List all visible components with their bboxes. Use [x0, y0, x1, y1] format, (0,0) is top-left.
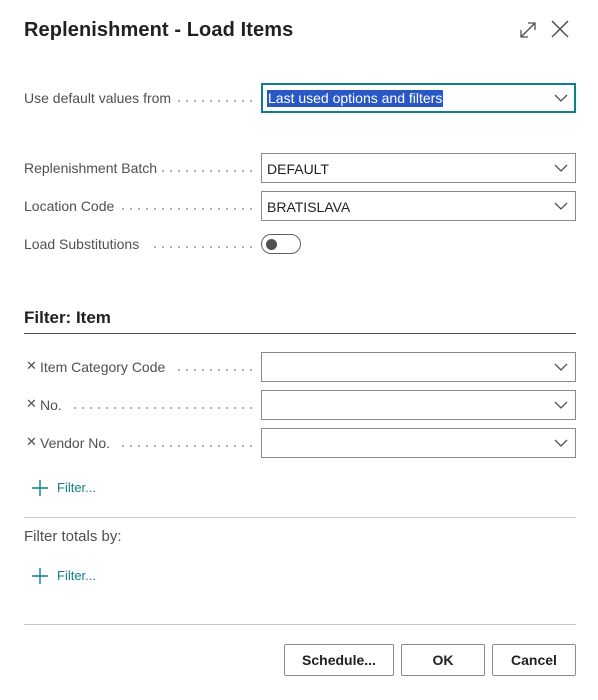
chevron-down-icon — [554, 401, 568, 409]
remove-filter-icon[interactable]: ✕ — [26, 358, 37, 374]
leader-dots — [119, 445, 255, 447]
plus-icon — [32, 568, 48, 584]
remove-filter-icon[interactable]: ✕ — [26, 396, 37, 412]
toggle-knob — [266, 238, 277, 250]
batch-row: Replenishment Batch DEFAULT — [24, 153, 576, 183]
ok-button[interactable]: OK — [401, 644, 485, 676]
leader-dots — [175, 369, 255, 371]
filter-label: Vendor No. — [40, 435, 111, 451]
cancel-button[interactable]: Cancel — [492, 644, 576, 676]
location-select[interactable]: BRATISLAVA — [261, 191, 576, 221]
batch-select[interactable]: DEFAULT — [261, 153, 576, 183]
location-value: BRATISLAVA — [267, 199, 351, 215]
leader-dots — [71, 407, 255, 409]
item-filter-title: Filter: Item — [24, 308, 111, 327]
default-values-value: Last used options and filters — [267, 90, 444, 107]
filter-row-vendor-no: ✕ Vendor No. — [24, 428, 576, 458]
expand-icon[interactable] — [516, 18, 540, 42]
substitutions-label: Load Substitutions — [24, 236, 140, 252]
leader-dots — [119, 208, 255, 210]
filter-row-no: ✕ No. — [24, 390, 576, 420]
substitutions-toggle[interactable] — [261, 234, 301, 254]
close-icon[interactable] — [548, 17, 572, 41]
filter-label: Item Category Code — [40, 359, 166, 375]
section-divider — [24, 517, 576, 518]
no-filter-select[interactable] — [261, 390, 576, 420]
chevron-down-icon — [554, 94, 568, 102]
default-values-label: Use default values from — [24, 90, 172, 106]
leader-dots — [159, 170, 255, 172]
chevron-down-icon — [554, 363, 568, 371]
chevron-down-icon — [554, 439, 568, 447]
remove-filter-icon[interactable]: ✕ — [26, 434, 37, 450]
schedule-button[interactable]: Schedule... — [284, 644, 394, 676]
add-filter-label: Filter... — [57, 568, 97, 583]
filter-row-item-category: ✕ Item Category Code — [24, 352, 576, 382]
location-row: Location Code BRATISLAVA — [24, 191, 576, 221]
default-values-row: Use default values from Last used option… — [24, 83, 576, 113]
item-category-filter-select[interactable] — [261, 352, 576, 382]
chevron-down-icon — [554, 164, 568, 172]
leader-dots — [151, 246, 255, 248]
plus-icon — [32, 480, 48, 496]
leader-dots — [175, 100, 255, 102]
location-label: Location Code — [24, 198, 115, 214]
add-filter-label: Filter... — [57, 480, 97, 495]
filter-totals-title: Filter totals by: — [24, 528, 122, 545]
footer-divider — [24, 624, 576, 625]
vendor-no-filter-select[interactable] — [261, 428, 576, 458]
dialog-title: Replenishment - Load Items — [24, 19, 294, 41]
load-items-dialog: Replenishment - Load Items Use default v… — [0, 0, 598, 700]
default-values-select[interactable]: Last used options and filters — [261, 83, 576, 113]
section-divider — [24, 333, 576, 334]
batch-label: Replenishment Batch — [24, 160, 158, 176]
chevron-down-icon — [554, 202, 568, 210]
substitutions-row: Load Substitutions — [24, 229, 576, 259]
batch-value: DEFAULT — [267, 161, 329, 177]
filter-label: No. — [40, 397, 62, 413]
